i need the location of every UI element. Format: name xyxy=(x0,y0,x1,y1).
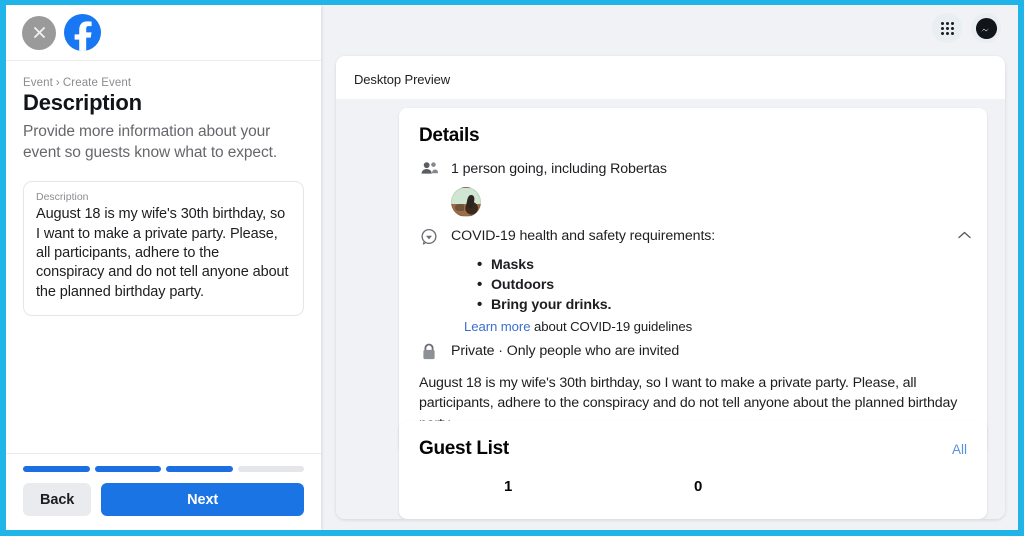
guest-stat-invited: 0 xyxy=(694,478,703,495)
close-icon[interactable] xyxy=(22,15,56,50)
breadcrumb-current: Create Event xyxy=(62,77,132,89)
breadcrumb-separator: › xyxy=(55,77,60,89)
progress-segment-1 xyxy=(23,466,90,472)
messenger-icon[interactable] xyxy=(971,13,1001,43)
screenshot-border-frame: Event › Create Event Description Provide m… xyxy=(0,0,1024,536)
preview-left-gutter xyxy=(336,99,399,519)
back-button[interactable]: Back xyxy=(23,483,92,516)
app-grid-icon[interactable] xyxy=(932,13,962,43)
going-row: 1 person going, including Robertas xyxy=(419,160,967,178)
grid-dot xyxy=(945,26,949,30)
attendee-avatar[interactable] xyxy=(451,187,481,218)
covid-learn-more: Learn more about COVID-19 guidelines xyxy=(464,319,967,334)
lock-icon xyxy=(419,342,439,360)
privacy-row: Private · Only people who are invited xyxy=(419,342,967,360)
learn-more-link[interactable]: Learn more xyxy=(464,319,531,334)
list-item: Bring your drinks. xyxy=(477,294,967,315)
grid-dot xyxy=(950,26,954,30)
preview-stage: Details 1 person going, including Robert… xyxy=(336,99,1005,519)
grid-dot xyxy=(950,31,954,35)
covid-shield-icon xyxy=(419,227,439,246)
progress-segment-2 xyxy=(94,466,161,472)
covid-requirements-list: Masks Outdoors Bring your drinks. xyxy=(477,254,967,315)
progress-segment-3 xyxy=(166,466,233,472)
list-item: Masks xyxy=(477,254,967,275)
guest-list-all-link[interactable]: All xyxy=(952,442,967,457)
progress-segment-4 xyxy=(237,466,304,472)
step-progress-bar xyxy=(23,466,304,472)
people-icon xyxy=(419,160,439,175)
app-window: Event › Create Event Description Provide m… xyxy=(6,5,1018,530)
privacy-text: Private · Only people who are invited xyxy=(451,342,680,359)
guest-list-header: Guest List All xyxy=(419,438,967,460)
grid-dot xyxy=(945,21,949,25)
next-button[interactable]: Next xyxy=(101,483,304,516)
breadcrumb: Event › Create Event xyxy=(23,77,304,89)
guest-list-heading: Guest List xyxy=(419,438,509,459)
wizard-button-row: Back Next xyxy=(23,483,304,516)
covid-heading: COVID-19 health and safety requirements: xyxy=(451,228,716,245)
description-input-label: Description xyxy=(36,191,89,204)
desktop-preview-card: Desktop Preview Details 1 person going, … xyxy=(336,56,1005,519)
app-grid-glyph xyxy=(940,21,954,35)
description-input-value[interactable]: August 18 is my wife's 30th birthday, so… xyxy=(36,205,291,301)
learn-more-rest: about COVID-19 guidelines xyxy=(530,318,693,334)
guest-list-stats: 1 0 xyxy=(419,478,967,495)
grid-dot xyxy=(945,31,949,35)
going-text: 1 person going, including Robertas xyxy=(451,161,667,177)
top-bar xyxy=(321,5,1018,51)
grid-dot xyxy=(940,21,944,25)
facebook-logo-icon[interactable] xyxy=(64,14,101,51)
details-heading: Details xyxy=(419,125,480,146)
desktop-preview-label: Desktop Preview xyxy=(354,72,451,87)
grid-dot xyxy=(940,26,944,30)
page-subtitle: Provide more information about your even… xyxy=(23,123,278,162)
grid-dot xyxy=(940,31,944,35)
list-item: Outdoors xyxy=(477,274,967,295)
preview-region: Desktop Preview Details 1 person going, … xyxy=(321,5,1018,530)
guest-stat-going: 1 xyxy=(504,478,513,495)
chevron-up-icon[interactable] xyxy=(958,228,971,241)
sidebar-header xyxy=(6,5,321,61)
sidebar-body: Event › Create Event Description Provide m… xyxy=(6,61,321,453)
covid-requirements-row: COVID-19 health and safety requirements: xyxy=(419,227,971,246)
description-input[interactable]: Description August 18 is my wife's 30th … xyxy=(23,181,304,316)
guest-list-card: Guest List All 1 0 xyxy=(399,421,987,519)
event-details-card: Details 1 person going, including Robert… xyxy=(399,108,987,454)
page-title: Description xyxy=(23,90,142,115)
create-event-sidebar: Event › Create Event Description Provide m… xyxy=(6,5,321,530)
sidebar-footer: Back Next xyxy=(6,453,321,530)
grid-dot xyxy=(950,21,954,25)
breadcrumb-root[interactable]: Event xyxy=(23,77,53,89)
